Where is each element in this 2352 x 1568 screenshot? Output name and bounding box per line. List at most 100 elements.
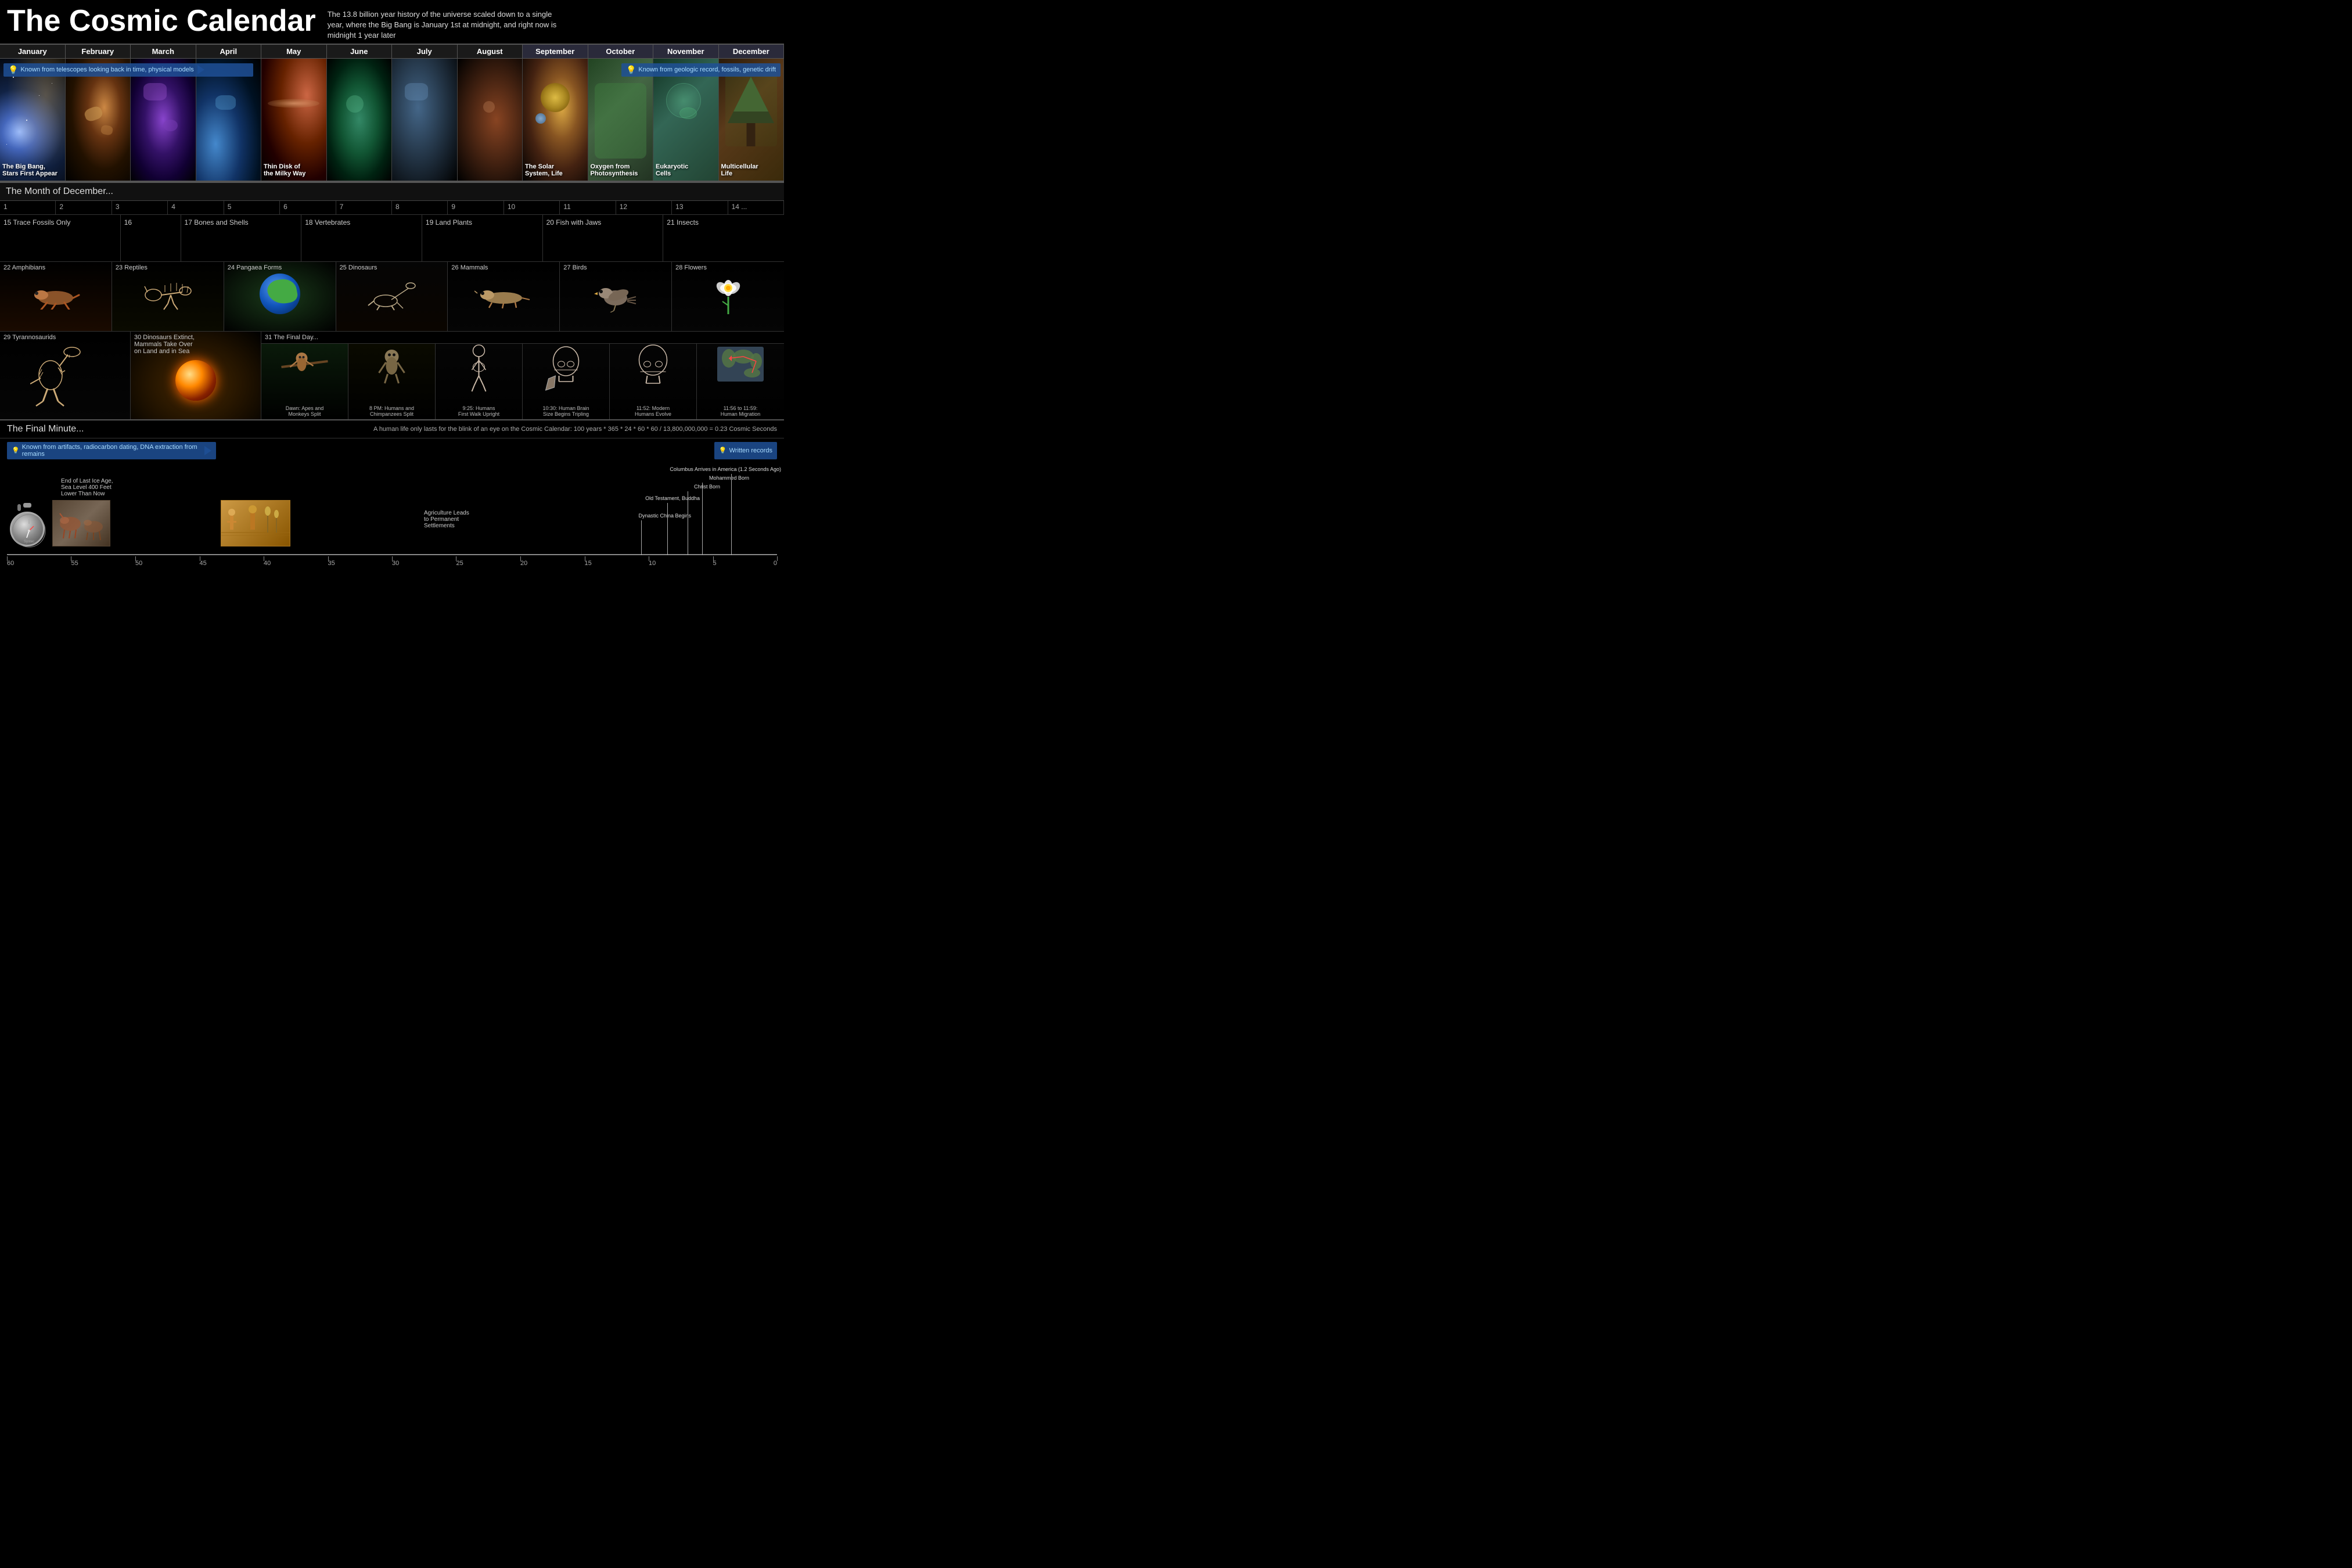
dec-cell-brain: 10:30: Human BrainSize Begins Tripling: [523, 344, 610, 419]
month-sep: September: [523, 45, 588, 58]
banner-arrow-artifacts: [204, 446, 211, 455]
cosmic-cell-sep: The SolarSystem, Life: [523, 59, 588, 181]
cosmic-label-oct: Oxygen fromPhotosynthesis: [591, 163, 638, 177]
vline-columbus: [731, 474, 732, 555]
dec-day-8: 8: [392, 201, 448, 214]
lightbulb-icon-written: 💡: [719, 447, 727, 454]
dec-cell-modern-humans: 11:52: ModernHumans Evolve: [610, 344, 697, 419]
dec-cell-pangaea: 24 Pangaea Forms: [224, 262, 336, 331]
vline-mohammed: [702, 483, 703, 555]
december-section: The Month of December... 1 2 3 4 5 6 7 8…: [0, 182, 784, 419]
month-may: May: [261, 45, 327, 58]
dec-day-6: 6: [280, 201, 336, 214]
dec-cell-vertebrates: 18 Vertebrates: [301, 215, 422, 261]
banner-written: 💡 Written records: [714, 442, 777, 459]
tl-num-55: 55: [71, 560, 78, 567]
cosmic-label-sep: The SolarSystem, Life: [525, 163, 563, 177]
dec-cell-dinosaurs: 25 Dinosaurs: [336, 262, 448, 331]
dec-day-2: 2: [56, 201, 112, 214]
dec-cell-amphibians: 22 Amphibians: [0, 262, 112, 331]
dec-cell-upright: 9:25: HumansFirst Walk Upright: [436, 344, 523, 419]
timeline-bar: [7, 554, 777, 555]
month-apr: April: [196, 45, 262, 58]
tl-num-20: 20: [520, 560, 527, 567]
dec-cell-chimps: 8 PM: Humans andChimpanzees Split: [348, 344, 436, 419]
dec-day-11: 11: [560, 201, 616, 214]
dec-day-1: 1: [0, 201, 56, 214]
ice-age-label: End of Last Ice Age,Sea Level 400 FeetLo…: [61, 478, 125, 497]
dec-day-13: 13: [672, 201, 728, 214]
page-title: The Cosmic Calendar: [7, 5, 316, 38]
cosmic-cell-jan: The Big Bang,Stars First Appear: [0, 59, 66, 181]
tl-num-45: 45: [200, 560, 207, 567]
month-dec: December: [719, 45, 785, 58]
page-subtitle: The 13.8 billion year history of the uni…: [328, 9, 560, 41]
dec-day-4: 4: [168, 201, 224, 214]
month-jul: July: [392, 45, 458, 58]
label-mohammed: Mohammed Born: [709, 475, 749, 481]
banner-artifacts: 💡 Known from artifacts, radiocarbon dati…: [7, 442, 216, 459]
dec-cell-birds: 27 Birds: [560, 262, 672, 331]
lightbulb-icon-artifacts: 💡: [12, 447, 20, 454]
dec-day-10: 10: [504, 201, 560, 214]
cosmic-cell-nov: EukaryoticCells: [653, 59, 719, 181]
final-minute-title: The Final Minute...: [7, 424, 84, 434]
month-jan: January: [0, 45, 66, 58]
tl-num-10: 10: [649, 560, 656, 567]
agriculture-label: Agriculture Leadsto PermanentSettlements: [424, 510, 494, 529]
tl-num-35: 35: [328, 560, 335, 567]
tl-num-40: 40: [264, 560, 271, 567]
dec-cell-migration: 11:56 to 11:59:Human Migration: [697, 344, 784, 419]
dec-day-9: 9: [448, 201, 504, 214]
vline-buddha: [667, 503, 668, 555]
lightbulb-icon: 💡: [8, 65, 18, 75]
dec-cell-insects: 21 Insects: [663, 215, 784, 261]
month-row: January February March April May June Ju…: [0, 44, 784, 59]
dec-cell-land-plants: 19 Land Plants: [422, 215, 543, 261]
page-header: The Cosmic Calendar The 13.8 billion yea…: [0, 0, 784, 44]
label-buddha: Old Testament, Buddha: [645, 495, 700, 501]
month-aug: August: [458, 45, 523, 58]
dec-day-3: 3: [112, 201, 168, 214]
tl-num-50: 50: [135, 560, 142, 567]
dec-cell-apes: Dawn: Apes andMonkeys Split: [261, 344, 348, 419]
label-dynastic: Dynastic China Begins: [638, 513, 691, 519]
cosmic-cell-may: Thin Disk ofthe Milky Way: [261, 59, 327, 181]
dec-cell-reptiles: 23 Reptiles: [112, 262, 224, 331]
final-minute-subtitle: A human life only lasts for the blink of…: [373, 426, 777, 433]
final-minute-section: The Final Minute... A human life only la…: [0, 419, 784, 576]
month-jun: June: [327, 45, 393, 58]
final-banners: 💡 Known from artifacts, radiocarbon dati…: [0, 438, 784, 459]
cosmic-cell-apr: [196, 59, 262, 181]
label-columbus: Columbus Arrives in America (1.2 Seconds…: [670, 466, 781, 472]
dec-cell-16: 16: [121, 215, 181, 261]
final-content-area: Systec: [0, 459, 784, 576]
december-header: The Month of December...: [0, 182, 784, 201]
dec-day-14: 14 ...: [728, 201, 784, 214]
dec-cell-trace-fossils: 15 Trace Fossils Only: [0, 215, 121, 261]
cave-painting-image: [52, 500, 110, 546]
cosmic-cell-feb: [66, 59, 131, 181]
dec-cell-fish-jaws: 20 Fish with Jaws: [543, 215, 664, 261]
svg-text:Systec: Systec: [24, 540, 34, 544]
egypt-art-image: [221, 500, 290, 546]
cosmic-cell-jul: [392, 59, 458, 181]
month-mar: March: [131, 45, 196, 58]
vline-dynastic: [641, 520, 642, 555]
dec-cell-final-day: 31 The Final Day...: [261, 332, 784, 419]
dec-row-fossils: 15 Trace Fossils Only 16 17 Bones and Sh…: [0, 215, 784, 262]
dec-cell-bones: 17 Bones and Shells: [181, 215, 302, 261]
banner-telescopes: 💡 Known from telescopes looking back in …: [3, 63, 253, 77]
dec-row-amphibians: 22 Amphibians 23 Reptiles: [0, 262, 784, 332]
final-minute-header: The Final Minute... A human life only la…: [0, 420, 784, 438]
stopwatch-image: Systec: [7, 503, 48, 546]
month-nov: November: [653, 45, 719, 58]
cosmic-cell-oct: Oxygen fromPhotosynthesis: [588, 59, 654, 181]
lightbulb-icon-right: 💡: [626, 65, 636, 75]
cosmic-label-jan: The Big Bang,Stars First Appear: [2, 163, 57, 177]
dec-days-row: 1 2 3 4 5 6 7 8 9 10 11 12 13 14 ...: [0, 201, 784, 215]
cosmic-cell-dec-year: MulticellularLife: [719, 59, 785, 181]
dec-cell-extinction: 30 Dinosaurs Extinct,Mammals Take Overon…: [131, 332, 261, 419]
stopwatch-container: Systec: [7, 503, 48, 546]
tl-num-60: 60: [7, 560, 14, 567]
